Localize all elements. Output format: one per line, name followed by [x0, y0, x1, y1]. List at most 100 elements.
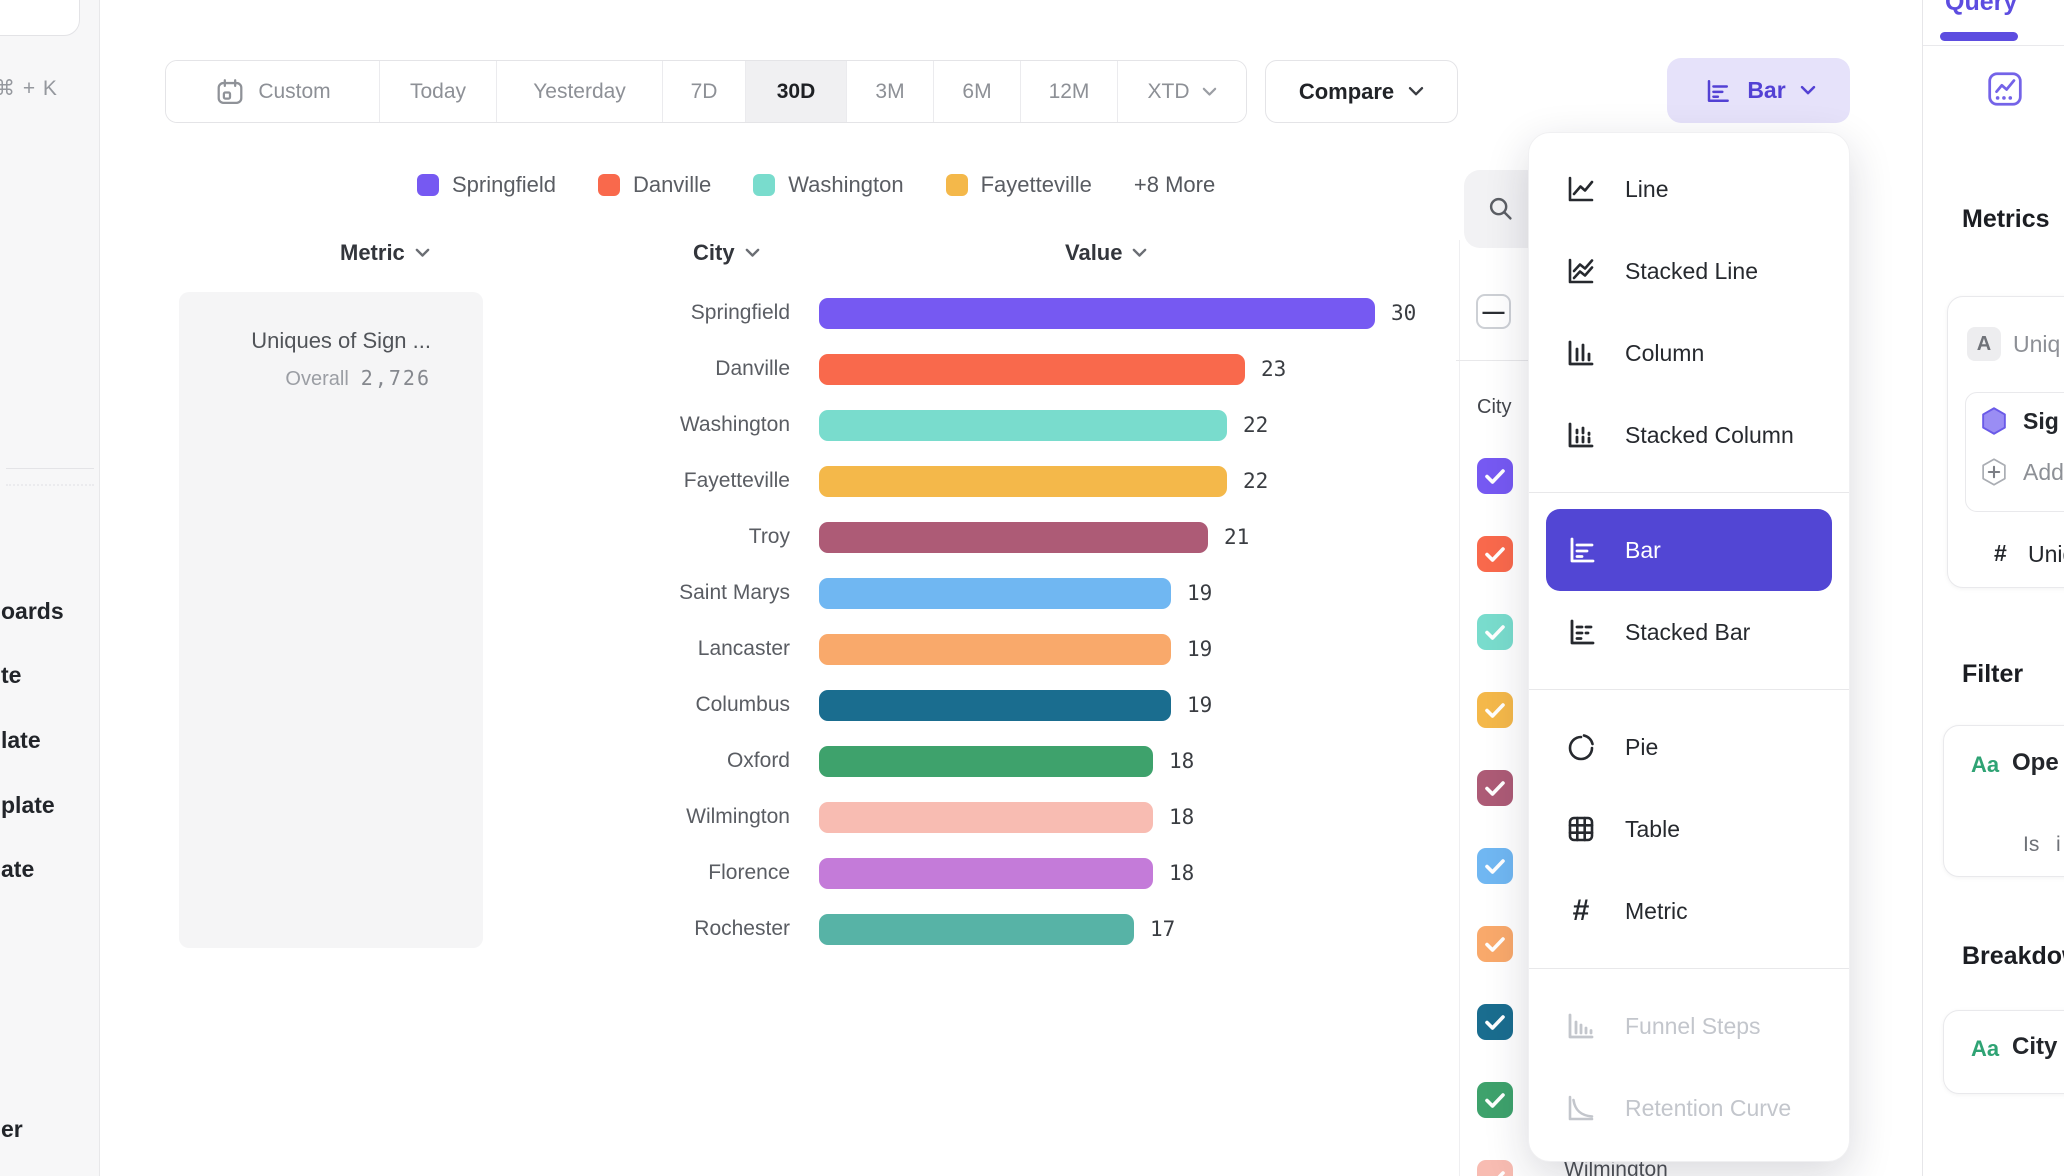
bar-saint-marys[interactable] [819, 578, 1171, 609]
menu-item-stacked-bar[interactable]: Stacked Bar [1529, 591, 1849, 673]
bar-troy[interactable] [819, 522, 1208, 553]
bar-label: Lancaster [0, 637, 790, 661]
check-icon [1477, 1082, 1513, 1118]
bar-value: 18 [1169, 805, 1194, 829]
menu-item-retention-curve-disabled: Retention Curve [1529, 1067, 1849, 1149]
date-range-30d-selected[interactable]: 30D [745, 61, 846, 122]
menu-item-stacked-column[interactable]: Stacked Column [1529, 394, 1849, 476]
row-checkbox-fayetteville[interactable] [1477, 692, 1513, 728]
menu-divider [1529, 968, 1849, 969]
chevron-down-icon [415, 248, 430, 258]
legend-swatch [946, 174, 968, 196]
sidebar-search-box[interactable] [0, 0, 80, 36]
legend-item-danville[interactable]: Danville [598, 172, 711, 198]
chart-preview-icon[interactable] [1986, 70, 2024, 108]
date-range-12m[interactable]: 12M [1020, 61, 1117, 122]
bar-florence[interactable] [819, 858, 1153, 889]
bar-wilmington[interactable] [819, 802, 1153, 833]
row-checkbox-oxford[interactable] [1477, 1082, 1513, 1118]
legend-item-springfield[interactable]: Springfield [417, 172, 556, 198]
measured-prefix: # [1994, 540, 2007, 567]
row-checkbox-columbus[interactable] [1477, 1004, 1513, 1040]
value-column-header[interactable]: Value [1065, 240, 1147, 266]
date-range-today[interactable]: Today [379, 61, 496, 122]
select-all-checkbox[interactable]: — [1476, 294, 1511, 329]
menu-item-pie[interactable]: Pie [1529, 706, 1849, 788]
date-range-3m[interactable]: 3M [846, 61, 933, 122]
metrics-heading: Metrics [1962, 205, 2050, 234]
filter-value[interactable]: i [2056, 833, 2061, 857]
date-range-custom[interactable]: Custom [166, 61, 379, 122]
row-checkbox-troy[interactable] [1477, 770, 1513, 806]
metric-column-header[interactable]: Metric [340, 240, 430, 266]
row-checkbox-springfield[interactable] [1477, 458, 1513, 494]
date-range-picker: Custom Today Yesterday 7D 30D 3M 6M 12M … [165, 60, 1247, 123]
filter-operator[interactable]: Is [2023, 833, 2039, 857]
menu-item-label: Retention Curve [1625, 1095, 1791, 1122]
add-event-icon[interactable] [1977, 455, 2011, 489]
bar-value: 22 [1243, 469, 1268, 493]
menu-item-label: Stacked Line [1625, 258, 1758, 285]
legend-item-fayetteville[interactable]: Fayetteville [946, 172, 1092, 198]
bar-columbus[interactable] [819, 690, 1171, 721]
row-checkbox-saint-marys[interactable] [1477, 848, 1513, 884]
bar-lancaster[interactable] [819, 634, 1171, 665]
menu-item-label: Funnel Steps [1625, 1013, 1761, 1040]
legend-more-button[interactable]: +8 More [1134, 172, 1215, 198]
date-range-label: Today [410, 80, 466, 104]
filter-heading: Filter [1962, 660, 2023, 689]
bar-label: Oxford [0, 749, 790, 773]
compare-button[interactable]: Compare [1265, 60, 1458, 123]
check-icon [1477, 848, 1513, 884]
row-checkbox-washington[interactable] [1477, 614, 1513, 650]
bar-value: 18 [1169, 749, 1194, 773]
legend-label: Washington [788, 172, 903, 198]
value-header-label: Value [1065, 240, 1122, 266]
legend-label: Springfield [452, 172, 556, 198]
tab-query[interactable]: Query [1945, 0, 2017, 17]
bar-value: 17 [1150, 917, 1175, 941]
bar-washington[interactable] [819, 410, 1227, 441]
check-icon [1477, 1004, 1513, 1040]
menu-item-table[interactable]: Table [1529, 788, 1849, 870]
sidebar-item-5[interactable]: er [1, 1116, 23, 1143]
row-checkbox-wilmington[interactable] [1477, 1160, 1513, 1176]
bar-label: Wilmington [0, 805, 790, 829]
breakdown-heading: Breakdown [1962, 942, 2064, 971]
bar-oxford[interactable] [819, 746, 1153, 777]
chart-type-button[interactable]: Bar [1667, 58, 1850, 123]
filter-card[interactable] [1943, 725, 2064, 877]
menu-item-bar-selected[interactable]: Bar [1546, 509, 1832, 591]
query-panel-divider [1923, 45, 2064, 46]
row-checkbox-lancaster[interactable] [1477, 926, 1513, 962]
add-label[interactable]: Add [2023, 459, 2064, 486]
bar-danville[interactable] [819, 354, 1245, 385]
chart-row: Lancaster19 [0, 621, 1456, 677]
legend-label: Fayetteville [981, 172, 1092, 198]
city-column-header[interactable]: City [693, 240, 760, 266]
menu-item-label: Column [1625, 340, 1704, 367]
date-range-xtd[interactable]: XTD [1117, 61, 1246, 122]
menu-item-line[interactable]: Line [1529, 148, 1849, 230]
date-range-yesterday[interactable]: Yesterday [496, 61, 662, 122]
menu-item-metric[interactable]: # Metric [1529, 870, 1849, 952]
bar-fayetteville[interactable] [819, 466, 1227, 497]
bar-value: 19 [1187, 693, 1212, 717]
stacked-bar-chart-icon [1563, 614, 1599, 650]
date-range-6m[interactable]: 6M [933, 61, 1020, 122]
pie-chart-icon [1563, 729, 1599, 765]
legend-label: Danville [633, 172, 711, 198]
bar-rochester[interactable] [819, 914, 1134, 945]
menu-item-label: Line [1625, 176, 1668, 203]
date-range-7d[interactable]: 7D [662, 61, 745, 122]
bar-label: Rochester [0, 917, 790, 941]
chart-row: Fayetteville22 [0, 453, 1456, 509]
row-checkbox-danville[interactable] [1477, 536, 1513, 572]
menu-item-column[interactable]: Column [1529, 312, 1849, 394]
legend-item-washington[interactable]: Washington [753, 172, 903, 198]
bar-label: Danville [0, 357, 790, 381]
date-range-label: 7D [691, 80, 718, 104]
bar-springfield[interactable] [819, 298, 1375, 329]
menu-item-label: Stacked Bar [1625, 619, 1750, 646]
menu-item-stacked-line[interactable]: Stacked Line [1529, 230, 1849, 312]
